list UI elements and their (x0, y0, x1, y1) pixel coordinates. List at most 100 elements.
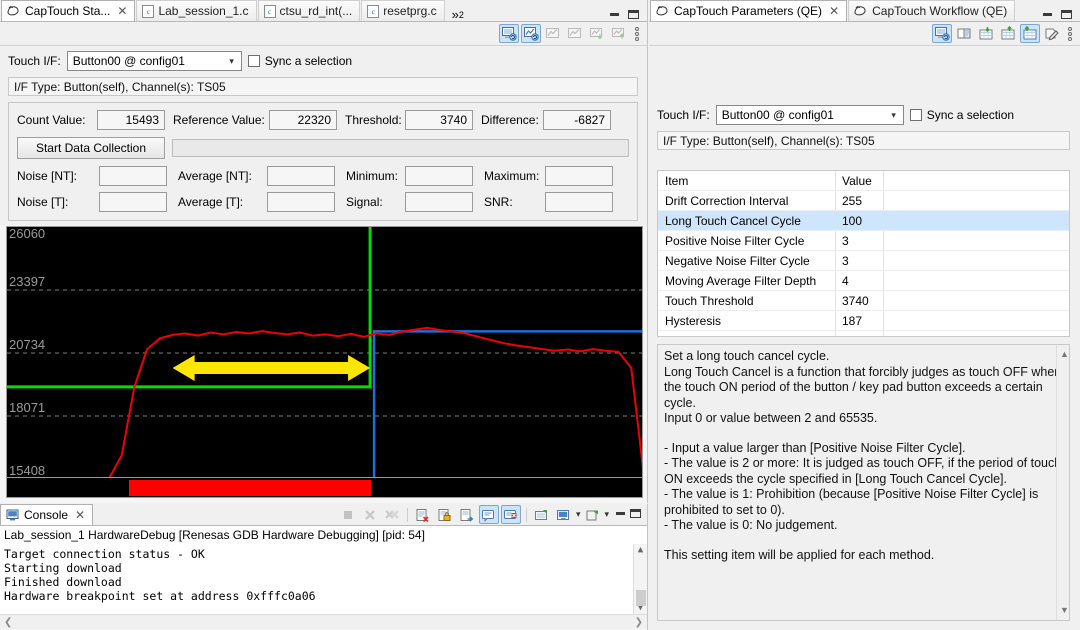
scrollbar-thumb[interactable] (636, 590, 646, 606)
captouch-count-chart[interactable]: 2606023397207341807115408 (6, 226, 643, 478)
scroll-right-icon[interactable]: ❯ (635, 617, 643, 628)
chevron-double-right-icon: » (452, 9, 459, 20)
table-row[interactable]: Drift Correction Interval 255 (658, 191, 1069, 211)
maximize-icon[interactable] (1061, 10, 1072, 19)
graph-icon-1[interactable] (543, 24, 563, 43)
table-row[interactable]: Positive Noise Filter Cycle 3 (658, 231, 1069, 251)
snr-field[interactable] (545, 192, 613, 212)
average-nt-field[interactable] (267, 166, 335, 186)
display-selected-console-icon[interactable] (501, 505, 521, 524)
count-value-field[interactable]: 15493 (97, 110, 165, 130)
remove-all-launches-icon[interactable] (382, 505, 402, 524)
reference-value-field[interactable]: 22320 (269, 110, 337, 130)
chevron-down-icon-2[interactable]: ▾ (604, 509, 609, 520)
tab-overflow-button[interactable]: » 2 (446, 0, 470, 21)
table-row[interactable]: Negative Noise Filter Cycle 3 (658, 251, 1069, 271)
close-icon[interactable]: ✕ (117, 4, 127, 18)
panel-icon[interactable] (954, 24, 974, 43)
touch-if-label: Touch I/F: (8, 54, 61, 68)
param-value[interactable]: 3 (836, 251, 884, 270)
console-line: Starting download (4, 561, 643, 575)
write-params-icon[interactable] (1020, 24, 1040, 43)
parameter-description[interactable]: Set a long touch cancel cycle. Long Touc… (657, 344, 1070, 621)
tab-resetprg-c[interactable]: c resetprg.c (361, 0, 444, 21)
terminate-icon[interactable] (338, 505, 358, 524)
graph-refresh-icon[interactable] (521, 24, 541, 43)
tab-captouch-status[interactable]: CapTouch Sta... ✕ (1, 0, 135, 21)
tab-console[interactable]: Console ✕ (0, 504, 93, 525)
maximize-icon[interactable] (628, 10, 639, 19)
open-console-icon[interactable] (532, 505, 552, 524)
param-value[interactable]: 187 (836, 311, 884, 330)
parameters-table[interactable]: Item Value Drift Correction Interval 255… (657, 170, 1070, 337)
param-item: Negative Noise Filter Cycle (658, 251, 836, 270)
param-extra (884, 231, 1069, 250)
tab-ctsu-rd-int[interactable]: c ctsu_rd_int(... (258, 0, 361, 21)
console-output[interactable]: Target connection status - OK Starting d… (0, 544, 647, 614)
remove-launch-icon[interactable] (360, 505, 380, 524)
minimize-icon[interactable] (1043, 13, 1052, 16)
average-t-label: Average [T]: (167, 195, 267, 209)
noise-nt-field[interactable] (99, 166, 167, 186)
monitor-refresh-icon[interactable] (932, 24, 952, 43)
table-row-empty[interactable] (658, 331, 1069, 337)
graph-icon-2[interactable] (565, 24, 585, 43)
sync-selection-checkbox[interactable]: Sync a selection (910, 108, 1014, 122)
new-console-view-icon[interactable] (554, 505, 574, 524)
graph-export-icon[interactable] (609, 24, 629, 43)
scroll-left-icon[interactable]: ❮ (4, 617, 12, 628)
desc-blank-2 (664, 534, 1063, 548)
close-icon[interactable]: ✕ (75, 508, 85, 522)
scroll-down-icon[interactable]: ▼ (1060, 603, 1069, 619)
touch-if-select[interactable]: Button00 @ config01 ▾ (716, 105, 904, 125)
scroll-up-icon[interactable]: ▲ (638, 544, 643, 556)
view-menu-icon[interactable] (1064, 24, 1076, 43)
clear-console-icon[interactable] (413, 505, 433, 524)
description-scrollbar[interactable]: ▲ ▼ (1056, 345, 1069, 620)
show-console-on-output-icon[interactable] (457, 505, 477, 524)
param-value[interactable]: 3 (836, 231, 884, 250)
param-value[interactable]: 3740 (836, 291, 884, 310)
table-row[interactable]: Hysteresis 187 (658, 311, 1069, 331)
tab-lab-session-1-c[interactable]: c Lab_session_1.c (136, 0, 256, 21)
tab-captouch-workflow[interactable]: CapTouch Workflow (QE) (848, 0, 1015, 21)
maximize-icon[interactable] (630, 509, 641, 518)
noise-t-field[interactable] (99, 192, 167, 212)
lock-scroll-icon[interactable] (435, 505, 455, 524)
view-menu-icon[interactable] (631, 24, 643, 43)
threshold-field[interactable]: 3740 (405, 110, 473, 130)
difference-field[interactable]: -6827 (543, 110, 611, 130)
graph-import-icon[interactable] (587, 24, 607, 43)
threshold-label: Threshold: (337, 113, 405, 127)
minimum-field[interactable] (405, 166, 473, 186)
minimize-icon[interactable] (610, 13, 619, 16)
average-t-field[interactable] (267, 192, 335, 212)
console-horizontal-scrollbar[interactable]: ❮ ❯ (0, 614, 647, 629)
sync-selection-checkbox[interactable]: Sync a selection (248, 54, 352, 68)
tab-label: resetprg.c (383, 4, 436, 18)
scroll-up-icon[interactable]: ▲ (1060, 347, 1069, 363)
export-params-icon[interactable] (998, 24, 1018, 43)
touch-if-select[interactable]: Button00 @ config01 ▾ (67, 51, 242, 71)
table-row[interactable]: Moving Average Filter Depth 4 (658, 271, 1069, 291)
tab-captouch-parameters[interactable]: CapTouch Parameters (QE) ✕ (650, 0, 847, 21)
maximum-field[interactable] (545, 166, 613, 186)
monitor-refresh-icon[interactable] (499, 24, 519, 43)
console-vertical-scrollbar[interactable]: ▲ ▼ (633, 544, 647, 614)
tab-label: CapTouch Parameters (QE) (674, 4, 822, 18)
chevron-down-icon[interactable]: ▾ (576, 509, 581, 520)
console-view: Console ✕ (0, 504, 648, 630)
import-params-icon[interactable] (976, 24, 996, 43)
pin-console-icon[interactable] (479, 505, 499, 524)
start-data-collection-button[interactable]: Start Data Collection (17, 137, 165, 159)
edit-params-icon[interactable] (1042, 24, 1062, 43)
param-value[interactable]: 255 (836, 191, 884, 210)
param-value[interactable]: 4 (836, 271, 884, 290)
minimize-icon[interactable] (616, 512, 625, 515)
table-row[interactable]: Touch Threshold 3740 (658, 291, 1069, 311)
table-row[interactable]: Long Touch Cancel Cycle 100 (658, 211, 1069, 231)
new-console-icon[interactable] (582, 505, 602, 524)
param-value[interactable]: 100 (836, 211, 884, 230)
signal-field[interactable] (405, 192, 473, 212)
close-icon[interactable]: ✕ (829, 4, 839, 18)
